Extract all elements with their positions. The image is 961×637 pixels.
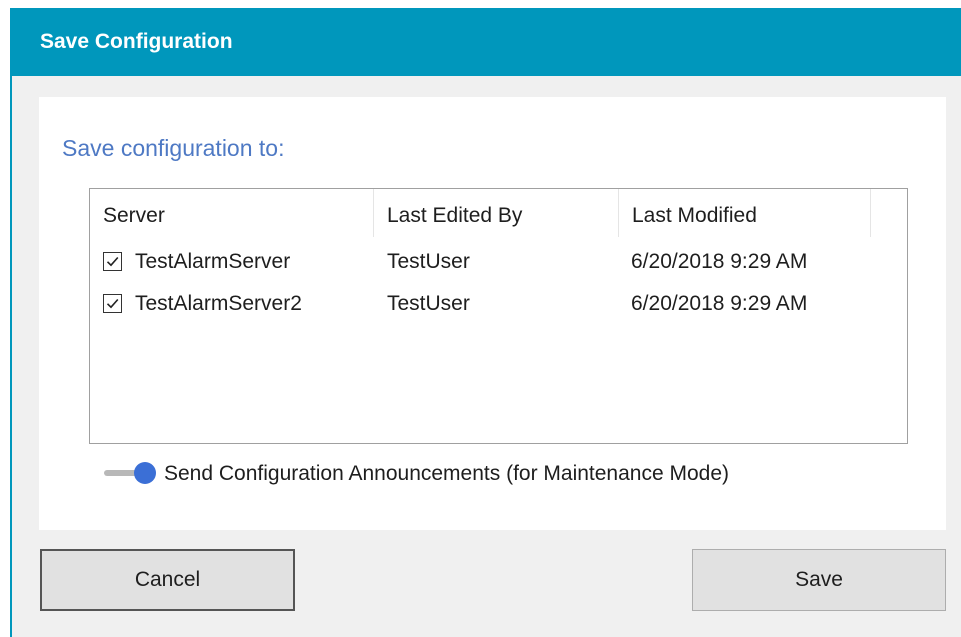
last-edited-by: TestUser xyxy=(387,250,470,273)
toggle-knob xyxy=(134,462,156,484)
save-to-heading: Save configuration to: xyxy=(62,135,285,161)
server-name: TestAlarmServer xyxy=(135,250,291,273)
checkbox-checked-icon[interactable] xyxy=(103,294,122,313)
table-row[interactable]: TestAlarmServer2 TestUser 6/20/2018 9:29… xyxy=(90,284,907,324)
column-header-last-edited-by[interactable]: Last Edited By xyxy=(374,189,619,237)
save-button[interactable]: Save xyxy=(692,549,946,611)
toggle-switch-icon[interactable] xyxy=(100,458,162,488)
column-header-label: Server xyxy=(103,204,165,227)
cancel-button[interactable]: Cancel xyxy=(40,549,295,611)
server-name: TestAlarmServer2 xyxy=(135,292,302,315)
column-header-label: Last Edited By xyxy=(387,204,523,227)
table-row[interactable]: TestAlarmServer TestUser 6/20/2018 9:29 … xyxy=(90,242,907,282)
column-header-last-modified[interactable]: Last Modified xyxy=(619,189,871,237)
save-configuration-dialog: Save Configuration Save configuration to… xyxy=(10,8,961,637)
last-modified: 6/20/2018 9:29 AM xyxy=(631,250,808,273)
checkbox-checked-icon[interactable] xyxy=(103,252,122,271)
last-modified: 6/20/2018 9:29 AM xyxy=(631,292,808,315)
server-list[interactable]: Server Last Edited By Last Modified Test… xyxy=(89,188,908,444)
column-header-label: Last Modified xyxy=(632,204,757,227)
column-header-server[interactable]: Server xyxy=(90,189,374,237)
dialog-title: Save Configuration xyxy=(40,30,233,53)
send-announcements-label[interactable]: Send Configuration Announcements (for Ma… xyxy=(164,462,729,486)
last-edited-by: TestUser xyxy=(387,292,470,315)
title-bar[interactable]: Save Configuration xyxy=(12,8,961,76)
